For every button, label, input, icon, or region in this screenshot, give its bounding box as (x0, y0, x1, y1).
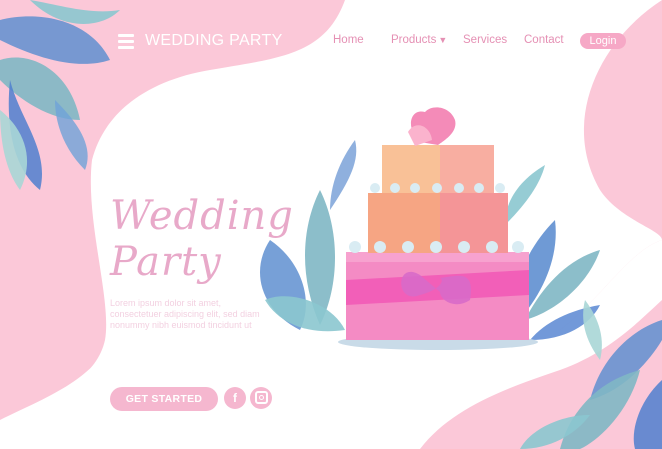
hero-description: Lorem ipsum dolor sit amet, consectetuer… (110, 298, 260, 330)
nav-link-home[interactable]: Home (333, 34, 364, 46)
hero-title: Wedding Party (110, 193, 310, 285)
login-button[interactable]: Login (580, 33, 626, 49)
nav-link-products-label: Products (391, 34, 437, 46)
chevron-down-icon: ▼ (438, 35, 448, 45)
landing-page: WEDDING PARTY Home Products ▼ Services Co… (0, 0, 662, 449)
hero-title-line2: Party (110, 239, 222, 285)
top-navigation: WEDDING PARTY Home Products ▼ Services Co… (0, 0, 662, 80)
facebook-icon[interactable]: f (224, 387, 246, 409)
brand-name: WEDDING PARTY (145, 32, 283, 49)
hamburger-menu-icon[interactable] (118, 34, 134, 49)
get-started-button[interactable]: GET STARTED (110, 387, 218, 411)
nav-link-products[interactable]: Products ▼ (391, 34, 447, 46)
hero-title-line1: Wedding (110, 193, 294, 239)
nav-link-contact[interactable]: Contact (524, 34, 564, 46)
instagram-icon[interactable] (250, 387, 272, 409)
nav-link-services[interactable]: Services (463, 34, 507, 46)
bottom-right-leaves (520, 300, 662, 449)
wedding-cake (338, 107, 538, 350)
